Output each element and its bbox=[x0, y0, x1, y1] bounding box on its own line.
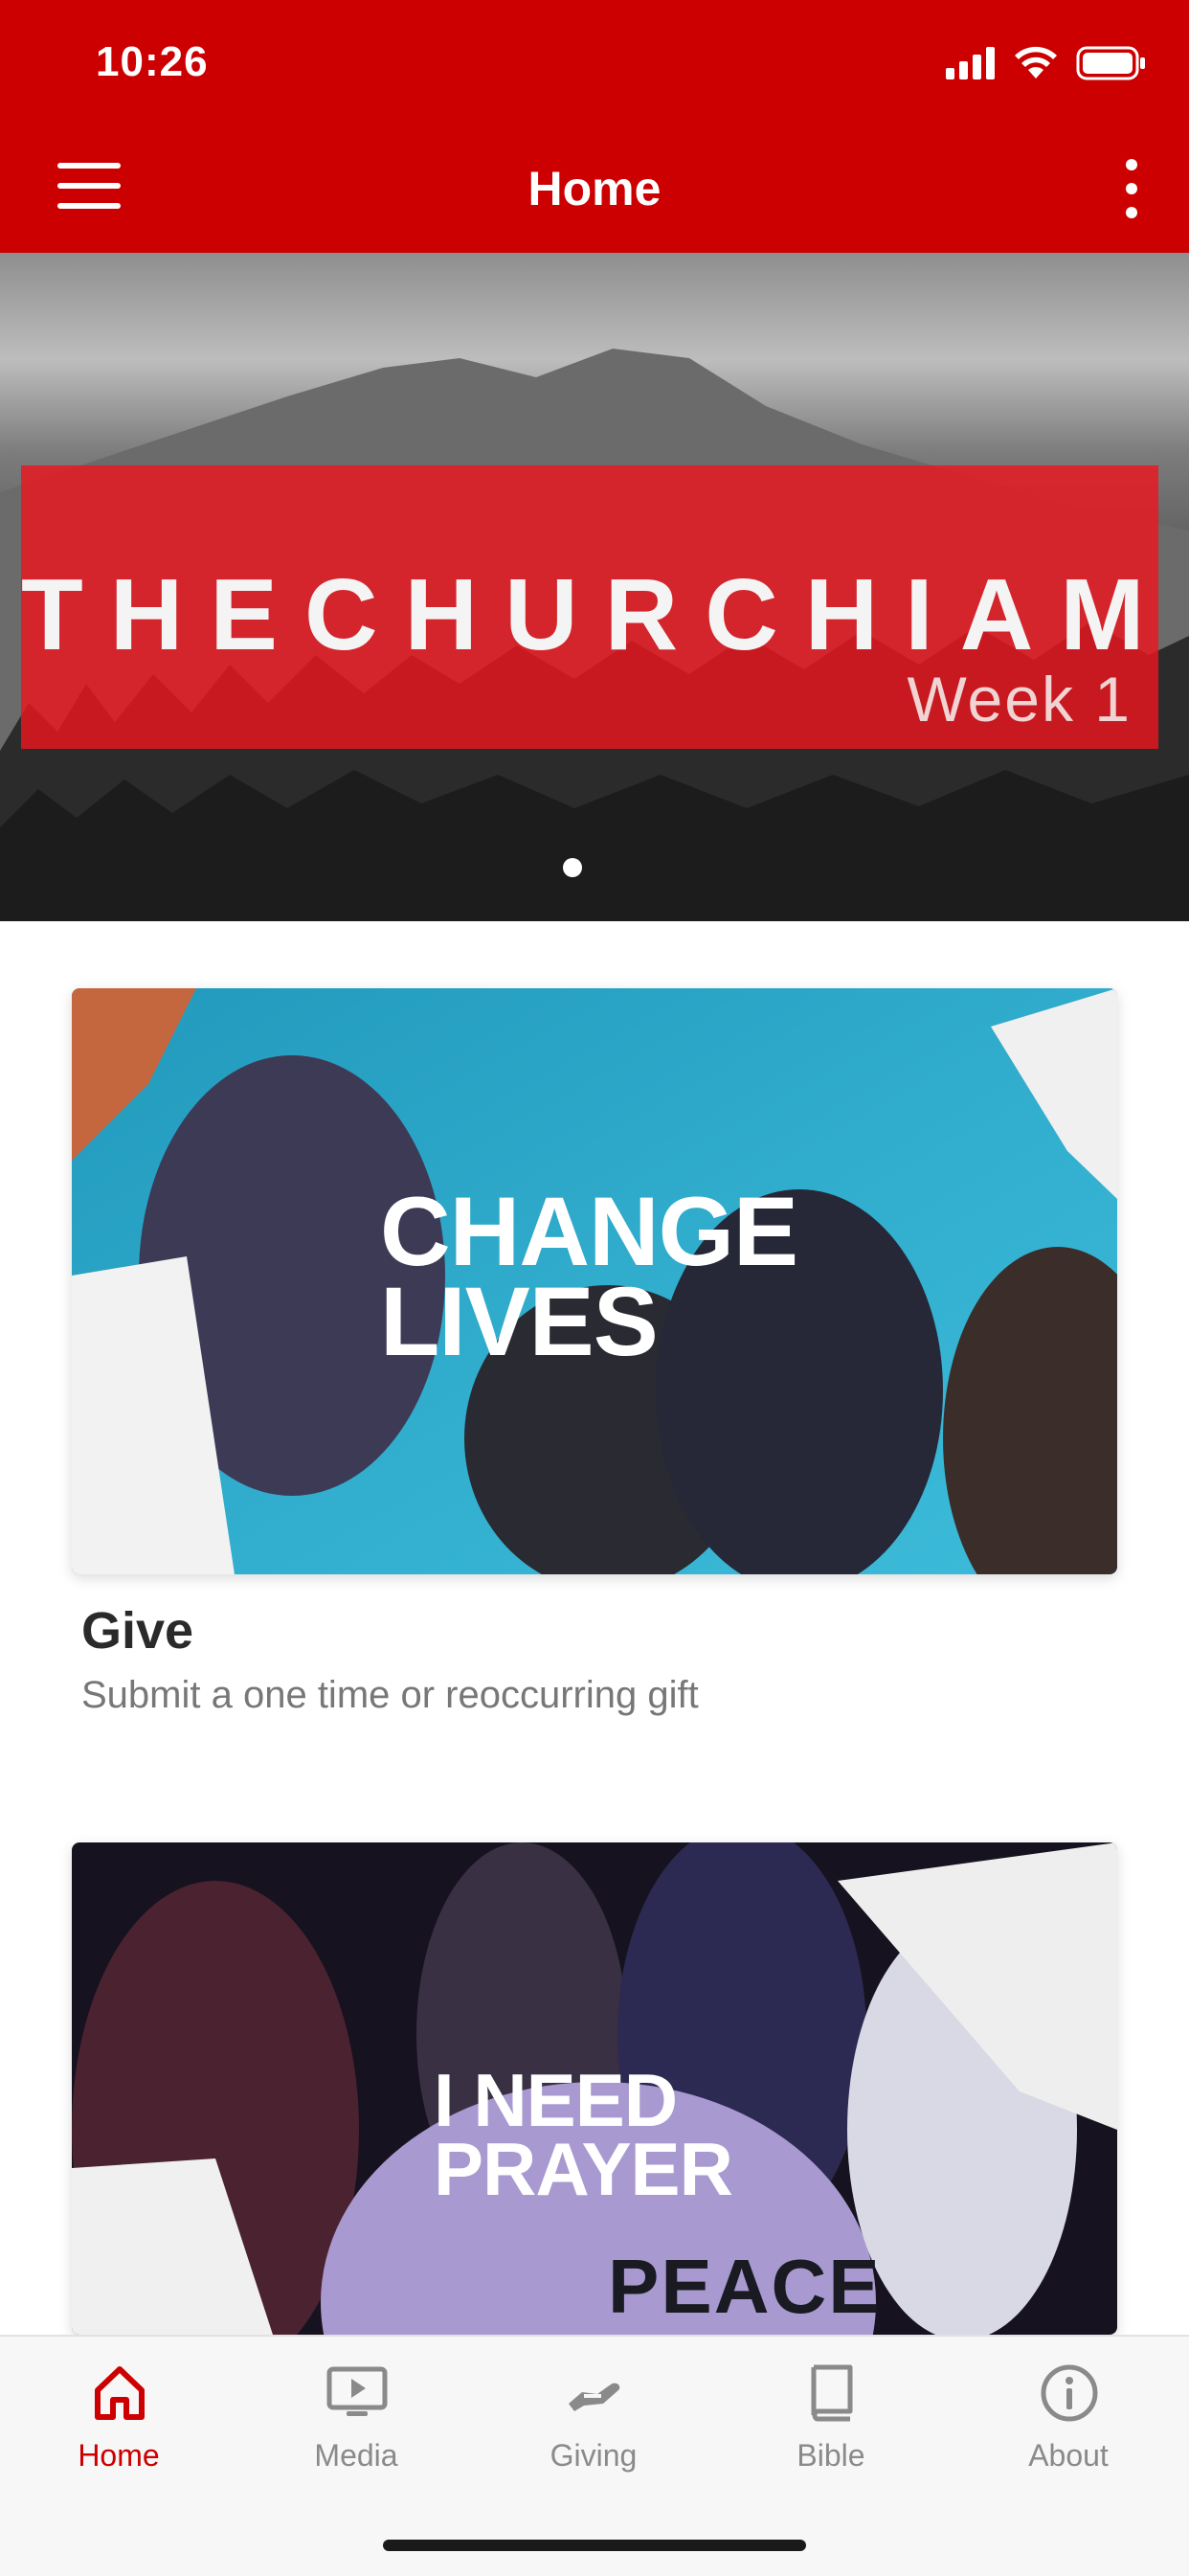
battery-icon bbox=[1076, 46, 1145, 80]
give-card-subtitle: Submit a one time or reoccurring gift bbox=[81, 1674, 699, 1716]
wifi-icon bbox=[1015, 46, 1057, 79]
hero-title: THECHURCHIAM bbox=[21, 558, 1172, 671]
signal-icon bbox=[946, 47, 995, 79]
tab-giving-label: Giving bbox=[550, 2438, 638, 2473]
more-dot bbox=[1126, 207, 1137, 218]
home-icon bbox=[95, 2366, 145, 2420]
prayer-card-image: I NEED PRAYER PEACE bbox=[72, 1842, 1117, 2335]
tab-home[interactable]: Home bbox=[0, 2337, 237, 2499]
home-indicator[interactable] bbox=[383, 2540, 806, 2551]
book-icon bbox=[811, 2364, 853, 2422]
prayer-overlay-line1: I NEED bbox=[434, 2058, 678, 2142]
top-bar: 10:26 Home bbox=[0, 0, 1189, 253]
prayer-overlay-line2: PRAYER bbox=[434, 2126, 733, 2211]
tab-bible[interactable]: Bible bbox=[712, 2337, 950, 2499]
tab-media[interactable]: Media bbox=[237, 2337, 475, 2499]
status-icons bbox=[946, 44, 1147, 82]
more-dot bbox=[1126, 183, 1137, 194]
tab-giving[interactable]: Giving bbox=[475, 2337, 712, 2499]
prayer-card[interactable]: I NEED PRAYER PEACE bbox=[72, 1842, 1117, 2335]
give-card[interactable]: CHANGE LIVES Give Submit a one time or r… bbox=[72, 988, 1117, 1717]
hero-subtitle: Week 1 bbox=[907, 664, 1132, 734]
give-overlay-line1: CHANGE bbox=[380, 1177, 798, 1286]
play-screen-icon bbox=[326, 2366, 388, 2416]
status-time: 10:26 bbox=[96, 38, 209, 85]
more-dot bbox=[1126, 159, 1137, 170]
carousel-page-dot[interactable] bbox=[563, 858, 582, 877]
giving-hand-icon bbox=[569, 2383, 620, 2411]
peace-shirt-text: PEACE bbox=[608, 2244, 882, 2329]
tab-about-label: About bbox=[1028, 2438, 1109, 2473]
tab-about[interactable]: About bbox=[950, 2337, 1187, 2499]
more-options-button[interactable] bbox=[1120, 159, 1143, 218]
give-overlay-line2: LIVES bbox=[380, 1266, 659, 1376]
give-card-title: Give bbox=[81, 1602, 194, 1660]
give-card-image: CHANGE LIVES bbox=[72, 988, 1117, 1574]
tab-bible-label: Bible bbox=[796, 2438, 865, 2473]
page-title: Home bbox=[527, 162, 662, 215]
tab-media-label: Media bbox=[314, 2438, 398, 2473]
info-icon bbox=[1041, 2364, 1098, 2422]
tab-home-label: Home bbox=[78, 2438, 160, 2473]
hero-carousel[interactable]: THECHURCHIAM Week 1 bbox=[0, 253, 1189, 921]
